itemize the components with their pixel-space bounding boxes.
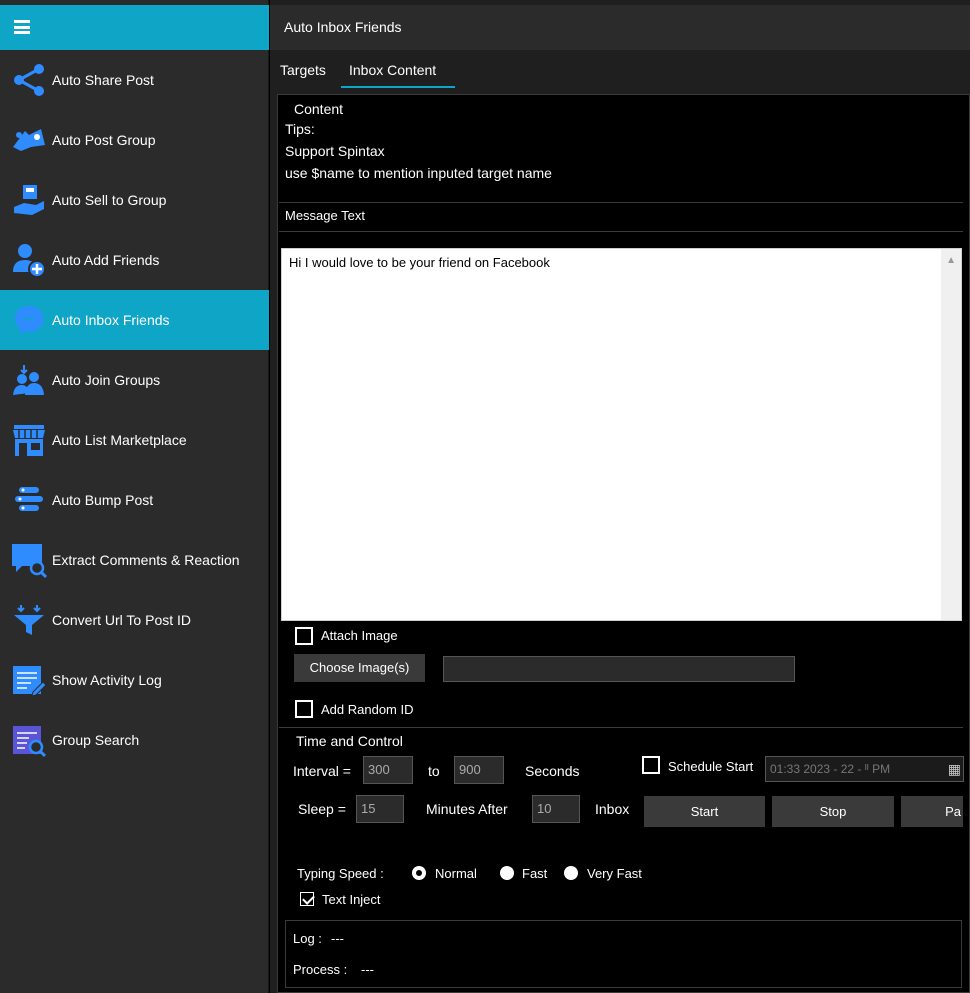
sidebar-item-auto-share-post[interactable]: Auto Share Post (0, 50, 269, 110)
tips-heading: Tips: (285, 121, 315, 137)
store-icon (10, 422, 48, 458)
sidebar-item-auto-post-group[interactable]: Auto Post Group (0, 110, 269, 170)
log-icon (10, 662, 48, 698)
inbox-content-panel: Content Tips: Support Spintax use $name … (277, 94, 970, 993)
speed-very-fast-label: Very Fast (587, 866, 642, 881)
tip-name-variable: use $name to mention inputed target name (285, 165, 552, 181)
message-text-label: Message Text (285, 208, 365, 223)
add-random-id-label: Add Random ID (321, 702, 414, 717)
text-inject-checkbox[interactable] (300, 892, 314, 906)
message-scrollbar[interactable]: ▲ (941, 249, 961, 620)
tab-targets[interactable]: Targets (280, 55, 326, 88)
schedule-datetime-value: 01:33 2023 - 22 - ᴵᴵ PM (770, 762, 891, 776)
hamburger-icon[interactable] (14, 20, 30, 34)
sidebar-item-auto-sell-to-group[interactable]: Auto Sell to Group (0, 170, 269, 230)
choose-images-button[interactable]: Choose Image(s) (294, 654, 425, 682)
sidebar-item-label: Show Activity Log (52, 672, 162, 688)
schedule-datetime-field[interactable]: 01:33 2023 - 22 - ᴵᴵ PM ▦ (765, 756, 964, 782)
sidebar-item-label: Auto Inbox Friends (52, 312, 170, 328)
bump-icon (10, 482, 48, 518)
tab-inbox-content[interactable]: Inbox Content (341, 55, 455, 88)
sidebar-item-auto-list-marketplace[interactable]: Auto List Marketplace (0, 410, 269, 470)
seconds-label: Seconds (525, 763, 580, 779)
sidebar-item-auto-inbox-friends[interactable]: Auto Inbox Friends (0, 290, 269, 350)
sidebar-item-auto-bump-post[interactable]: Auto Bump Post (0, 470, 269, 530)
speed-very-fast-radio[interactable] (564, 866, 578, 880)
sidebar-item-group-search[interactable]: Group Search (0, 710, 269, 770)
pause-button[interactable]: Pa (901, 796, 963, 827)
speed-fast-label: Fast (522, 866, 548, 881)
sidebar-item-extract-comments[interactable]: Extract Comments & Reaction (0, 530, 269, 590)
add-user-icon (10, 242, 48, 278)
funnel-icon (10, 602, 48, 638)
interval-label: Interval = (293, 763, 351, 779)
minutes-after-input[interactable]: 10 (532, 795, 580, 823)
sidebar-item-auto-add-friends[interactable]: Auto Add Friends (0, 230, 269, 290)
sidebar-item-label: Auto List Marketplace (52, 432, 187, 448)
content-section-title: Content (294, 101, 344, 117)
sleep-input[interactable]: 15 (356, 795, 404, 823)
minutes-after-label: Minutes After (426, 801, 508, 817)
schedule-start-checkbox[interactable] (642, 756, 660, 774)
megaphone-icon (10, 122, 48, 158)
typing-speed-label: Typing Speed : (297, 866, 384, 881)
speed-normal-label: Normal (435, 866, 477, 881)
tab-bar: Targets Inbox Content (270, 55, 970, 89)
interval-from-input[interactable]: 300 (363, 756, 413, 784)
sidebar-item-label: Auto Sell to Group (52, 192, 167, 208)
tip-spintax: Support Spintax (285, 143, 385, 159)
sidebar-item-label: Convert Url To Post ID (52, 612, 192, 628)
comment-search-icon (10, 542, 48, 579)
sidebar-item-label: Auto Add Friends (52, 252, 160, 268)
sidebar-item-show-activity-log[interactable]: Show Activity Log (0, 650, 269, 710)
sell-icon (10, 182, 48, 218)
sidebar-item-label: Extract Comments & Reaction (52, 552, 240, 568)
sidebar: Auto Share Post Auto Post Group Auto Sel… (0, 0, 269, 993)
share-icon (10, 62, 48, 98)
sidebar-item-label: Auto Post Group (52, 132, 156, 148)
sidebar-item-auto-join-groups[interactable]: Auto Join Groups (0, 350, 269, 410)
sidebar-item-label: Auto Bump Post (52, 492, 154, 508)
speed-normal-radio[interactable] (412, 866, 426, 880)
message-text-header: Message Text (279, 202, 963, 232)
messenger-icon (10, 302, 48, 338)
group-search-icon (10, 722, 48, 758)
schedule-start-label: Schedule Start (668, 759, 754, 774)
message-textarea[interactable]: Hi I would love to be your friend on Fac… (281, 248, 962, 621)
group-join-icon (10, 362, 48, 398)
interval-to-input[interactable]: 900 (454, 756, 504, 784)
add-random-id-checkbox[interactable] (295, 700, 313, 718)
sidebar-item-convert-url[interactable]: Convert Url To Post ID (0, 590, 269, 650)
time-control-title: Time and Control (296, 733, 403, 749)
process-label: Process : (293, 962, 348, 977)
sleep-label: Sleep = (298, 801, 346, 817)
scroll-up-icon[interactable]: ▲ (946, 255, 956, 266)
stop-button[interactable]: Stop (772, 796, 894, 827)
text-inject-label: Text Inject (322, 892, 381, 907)
speed-fast-radio[interactable] (500, 866, 514, 880)
process-value: --- (361, 962, 374, 977)
sidebar-item-label: Group Search (52, 732, 140, 748)
log-value: --- (331, 931, 344, 946)
sidebar-item-label: Auto Share Post (52, 72, 154, 88)
inbox-label: Inbox (595, 801, 630, 817)
page-title: Auto Inbox Friends (284, 19, 402, 35)
title-bar: Auto Inbox Friends (270, 5, 970, 50)
sidebar-item-label: Auto Join Groups (52, 372, 161, 388)
start-button[interactable]: Start (644, 796, 765, 827)
log-label: Log : (293, 931, 322, 946)
divider (279, 727, 963, 728)
log-panel: Log : --- Process : --- (285, 920, 962, 988)
attach-image-checkbox[interactable] (295, 627, 313, 645)
sidebar-header (0, 5, 269, 50)
attach-image-label: Attach Image (321, 628, 398, 643)
image-path-field[interactable] (443, 656, 795, 682)
message-text-value: Hi I would love to be your friend on Fac… (289, 255, 550, 270)
calendar-icon[interactable]: ▦ (948, 757, 961, 781)
interval-to-label: to (428, 763, 440, 779)
main-content: Auto Inbox Friends Targets Inbox Content… (270, 0, 970, 993)
